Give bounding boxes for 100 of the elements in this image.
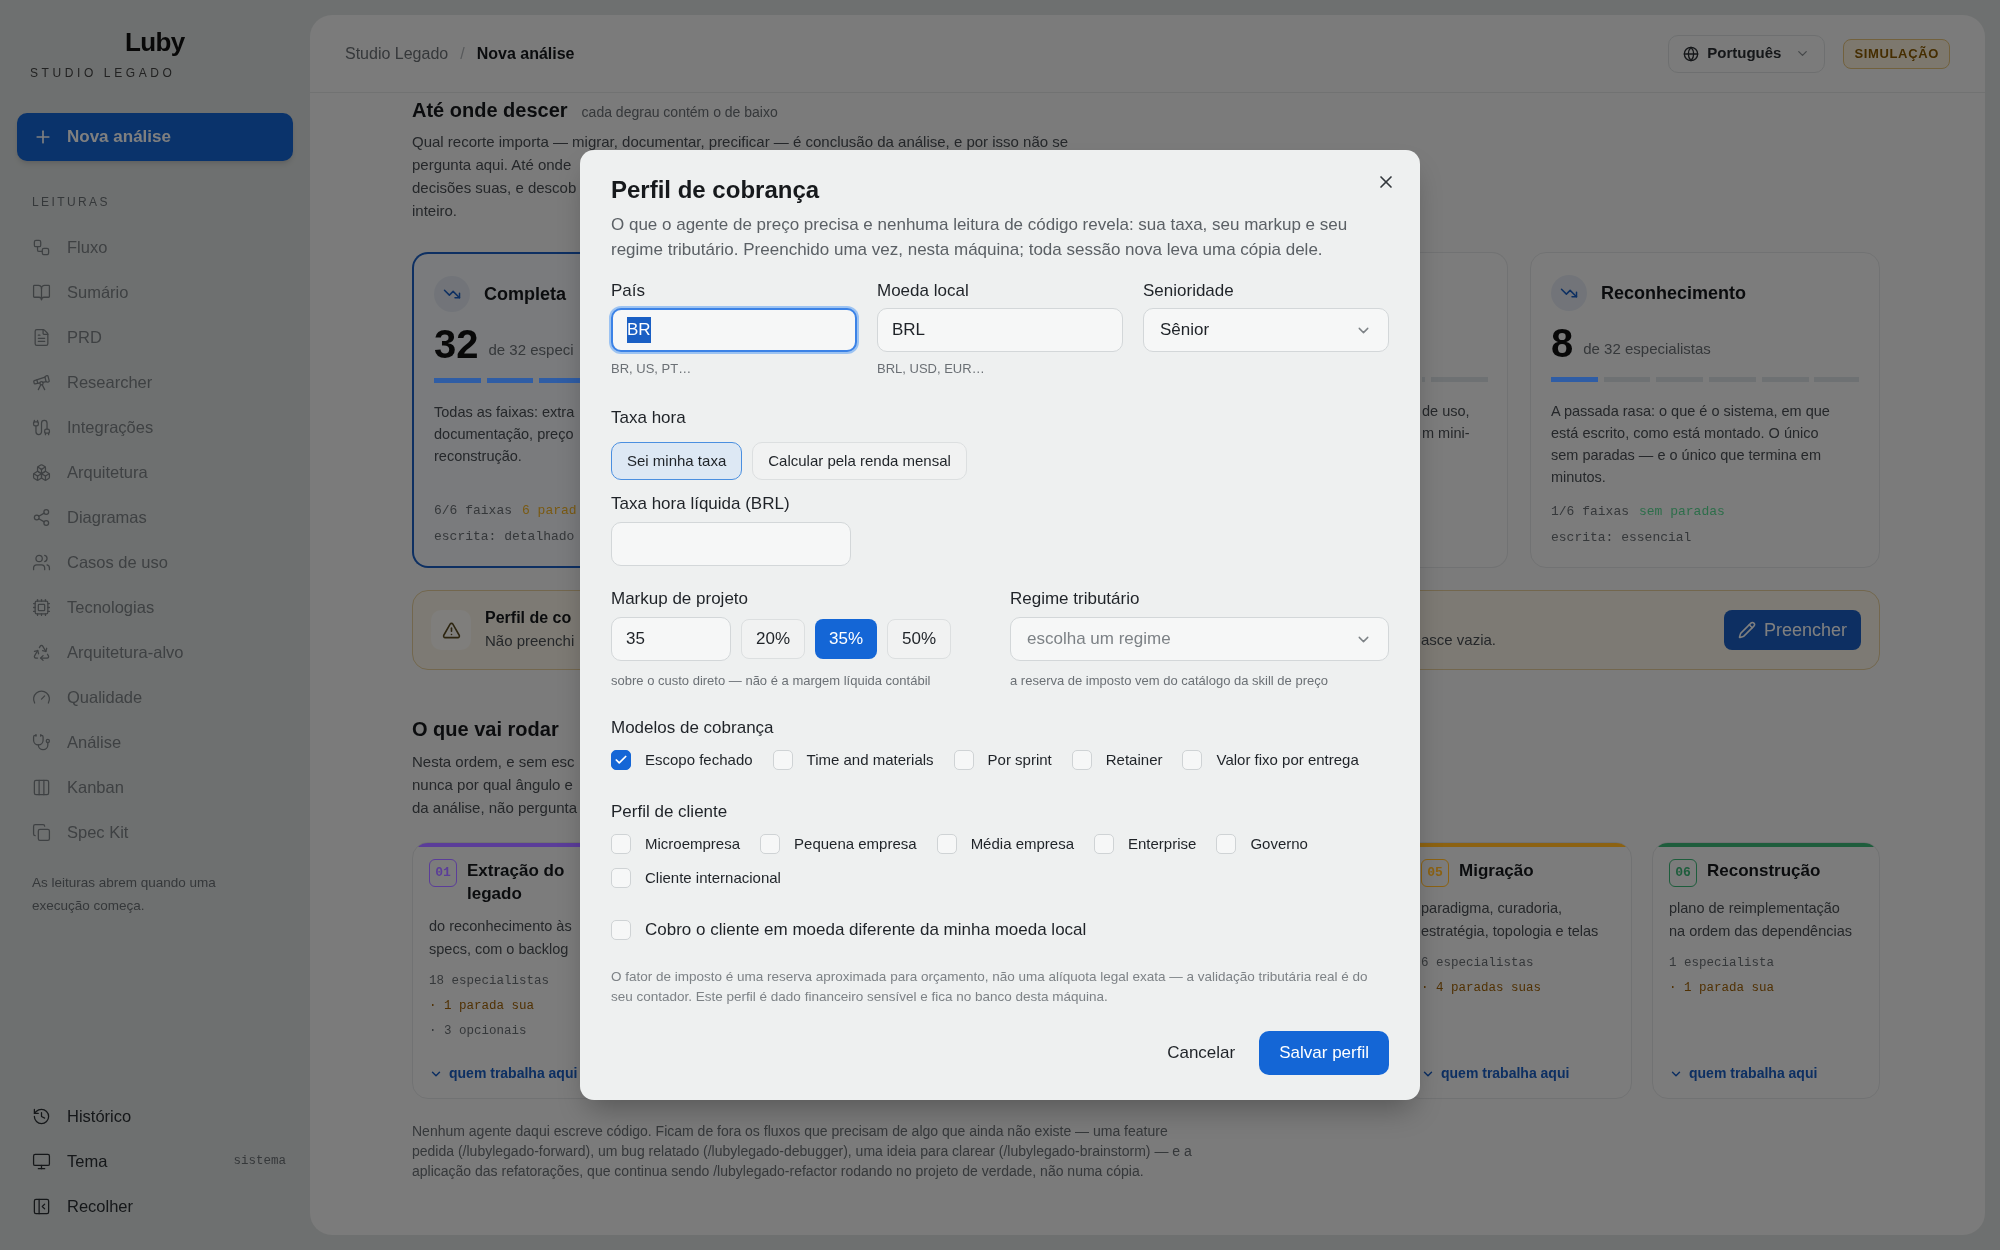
depth-card[interactable]: de uso, m mini-: [1420, 252, 1508, 568]
intro-text: inteiro.: [412, 201, 458, 221]
columns-icon: [32, 778, 51, 797]
stage-number: 01: [429, 859, 457, 887]
stage-stat: · 4 paradas suas: [1421, 980, 1542, 997]
card-description: m mini-: [1422, 424, 1470, 443]
check-icon: [614, 753, 628, 767]
markup-preset[interactable]: 20%: [741, 619, 806, 659]
stops-label: sem paradas: [1639, 503, 1725, 521]
sidebar-note: As leituras abrem quando uma execução começa.: [32, 874, 217, 915]
card-title: Reconhecimento: [1601, 281, 1747, 305]
rate-mode-option[interactable]: Calcular pela renda mensal: [752, 442, 967, 480]
card-description: A passada rasa: o que é o sistema, em que: [1551, 402, 1830, 421]
field-label: Perfil de cliente: [611, 802, 728, 821]
breadcrumb-separator: /: [460, 43, 465, 64]
stage-description: paradigma, curadoria,: [1421, 899, 1563, 918]
tax-disclaimer: O fator de imposto é uma reserva aproximada para orçamento, não uma alíquota legal exata — a validação tributária real é do seu contador. Este perfil é dado financeiro sensível e fica no banco desta máquina.: [611, 968, 1369, 1006]
checkbox[interactable]: [611, 750, 631, 770]
section-title: Até onde descer: [412, 98, 568, 123]
book-icon: [32, 283, 51, 302]
sidebar-item[interactable]: Tema sistema: [0, 1139, 310, 1184]
count-label: de 32 especi: [488, 339, 574, 360]
history-icon: [32, 1107, 51, 1126]
logo-subtitle: STUDIO LEGADO: [30, 66, 176, 80]
who-works-here-link[interactable]: quem trabalha aqui: [429, 1063, 623, 1084]
depth-card[interactable]: Completa 32 de 32 especi Todas as faixas: extra documentação, preço reconstrução. 6/6 faixas 6 parad escrita: detalhado: [412, 252, 582, 568]
field-hint: BRL, USD, EUR…: [877, 360, 986, 378]
rate-mode-option[interactable]: Sei minha taxa: [611, 442, 743, 480]
dialog-description: O que o agente de preço precisa e nenhuma leitura de código revela: sua taxa, seu markup e seu regime tributário. Preenchido uma vez, nesta máquina; toda sessão nova leva uma cópia dele.: [611, 214, 1349, 261]
card-description: de uso,: [1422, 402, 1470, 421]
who-works-here-link[interactable]: quem trabalha aqui: [1421, 1063, 1615, 1084]
cable-icon: [32, 418, 51, 437]
sidebar-item[interactable]: Histórico: [0, 1094, 310, 1139]
card-description: documentação, preço: [434, 425, 574, 444]
field-label: Markup de projeto: [611, 588, 750, 610]
warning-icon: [431, 610, 471, 650]
checkbox-option[interactable]: Governo: [1216, 832, 1308, 856]
intro-text: da análise, não pergunta: [412, 798, 578, 818]
field-label: Taxa hora líquida (BRL): [611, 494, 790, 513]
intro-text: pergunta aqui. Até onde: [412, 155, 572, 175]
checkbox-option[interactable]: Média empresa: [936, 832, 1074, 856]
text-field[interactable]: BRL: [877, 308, 1123, 352]
share-icon: [32, 508, 51, 527]
field-label: Senioridade: [1143, 280, 1235, 302]
markup-preset[interactable]: 35%: [815, 619, 878, 659]
card-description: está escrito, como está montado. O único: [1551, 424, 1819, 443]
theme-value: sistema: [233, 1153, 286, 1171]
monitor-icon: [32, 1152, 51, 1171]
depth-card[interactable]: [1530, 252, 1880, 568]
checkbox-option[interactable]: Pequena empresa: [760, 832, 917, 856]
banner-title: Perfil de co: [485, 608, 573, 628]
checkbox-option[interactable]: Por sprint: [953, 748, 1052, 772]
field-hint: a reserva de imposto vem do catálogo da skill de preço: [1010, 672, 1329, 690]
checkbox-option[interactable]: Valor fixo por entrega: [1182, 748, 1359, 772]
sidebar-item[interactable]: Recolher: [0, 1184, 310, 1229]
checkbox-option[interactable]: Retainer: [1071, 748, 1163, 772]
tax-regime-select[interactable]: escolha um regime: [1010, 617, 1389, 661]
markup-preset[interactable]: 50%: [887, 619, 952, 659]
card-description: sem paradas — e o único que termina em: [1551, 446, 1821, 465]
section-subtitle: cada degrau contém o de baixo: [581, 103, 778, 122]
checkbox-option[interactable]: Enterprise: [1094, 832, 1197, 856]
intro-text: Qual recorte importa — migrar, documentar, precificar — é conclusão da análise, e por isso não se: [412, 132, 1069, 152]
stethoscope-icon: [32, 733, 51, 752]
section-label: LEITURAS: [32, 195, 110, 209]
stage-stat: 1 especialista: [1669, 955, 1775, 972]
stage-stat: 18 especialistas: [429, 973, 550, 990]
checkbox-option[interactable]: Escopo fechado: [611, 748, 753, 772]
lanes-count: 1/6 faixas: [1551, 503, 1629, 521]
pencil-icon: [1737, 621, 1756, 639]
fill-button[interactable]: Preencher: [1723, 610, 1861, 650]
intro-text: Nesta ordem, e sem esc: [412, 752, 575, 772]
checkbox-option[interactable]: Time and materials: [772, 748, 934, 772]
stage-stat: · 1 parada sua: [1669, 980, 1775, 997]
card-title: Completa: [484, 282, 566, 306]
new-analysis-button[interactable]: Nova análise: [17, 113, 293, 161]
who-works-here-link[interactable]: quem trabalha aqui: [1669, 1063, 1863, 1084]
logo: Luby: [125, 27, 185, 57]
intro-text: decisões suas, e descob: [412, 178, 577, 198]
seniority-select[interactable]: Sênior: [1143, 308, 1389, 352]
checkbox-option[interactable]: Cobro o cliente em moeda diferente da minha moeda local: [611, 918, 1389, 942]
checkbox-option[interactable]: Cliente internacional: [611, 866, 781, 890]
markup-field[interactable]: 35: [611, 617, 731, 661]
stage-number: 05: [1421, 859, 1449, 887]
document-icon: [32, 328, 51, 347]
writing-level: escrita: detalhado: [434, 527, 576, 546]
collapse-panel-icon: [32, 1197, 51, 1216]
simulation-badge: SIMULAÇÃO: [1843, 38, 1950, 69]
text-field[interactable]: BR: [611, 308, 857, 352]
card-description: Todas as faixas: extra: [434, 403, 575, 422]
writing-level: escrita: essencial: [1551, 528, 1693, 547]
trend-icon: [1551, 275, 1587, 311]
language-select[interactable]: Português: [1668, 34, 1826, 73]
stage-description: plano de reimplementação: [1669, 899, 1840, 918]
stage-title: Reconstrução: [1707, 860, 1822, 882]
net-rate-field[interactable]: [611, 522, 851, 566]
cancel-button[interactable]: Cancelar: [1155, 1031, 1248, 1075]
checkbox-option[interactable]: Microempresa: [611, 832, 741, 856]
breadcrumb-link[interactable]: Studio Legado: [345, 41, 449, 66]
footer-note: Nenhum agente daqui escreve código. Ficam de fora os fluxos que precisam de algo que ainda não existe — uma feature pedida (/lubylegado-forward), um bug relatado (/lubylegado-debugger), uma ideia para clarear (/lubylegado-brainstorm) — e a aplicação das refatorações, que continua sendo /lubylegado-refactor rodando no projeto de verdade, não numa cópia.: [412, 1122, 1192, 1181]
save-profile-button[interactable]: Salvar perfil: [1259, 1031, 1389, 1075]
